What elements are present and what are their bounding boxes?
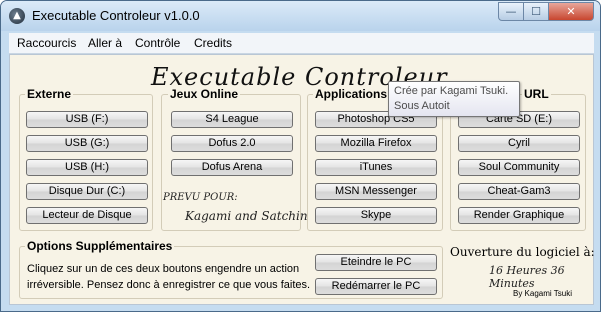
menu-raccourcis[interactable]: Raccourcis [17, 36, 76, 50]
group-url-title: URL [522, 87, 551, 101]
disque-dur-button[interactable]: Disque Dur (C:) [26, 183, 148, 200]
credits-tooltip: Crée par Kagami Tsuki. Sous Autoit [388, 81, 520, 117]
usb-f-button[interactable]: USB (F:) [26, 111, 148, 128]
options-title: Options Supplémentaires [25, 239, 175, 253]
group-jeux-online-title: Jeux Online [168, 87, 241, 101]
soul-community-button[interactable]: Soul Community [458, 159, 580, 176]
menu-aller-a[interactable]: Aller à [88, 36, 122, 50]
title-bar[interactable]: ▲ Executable Controleur v1.0.0 — ☐ ✕ [1, 1, 600, 31]
s4-league-button[interactable]: S4 League [171, 111, 293, 128]
options-description-line1: Cliquez sur un de ces deux boutons engen… [27, 263, 300, 275]
firefox-button[interactable]: Mozilla Firefox [315, 135, 437, 152]
lecteur-disque-button[interactable]: Lecteur de Disque [26, 207, 148, 224]
dofus-arena-button[interactable]: Dofus Arena [171, 159, 293, 176]
cheat-gam3-button[interactable]: Cheat-Gam3 [458, 183, 580, 200]
dofus-2-button[interactable]: Dofus 2.0 [171, 135, 293, 152]
maximize-button[interactable]: ☐ [523, 2, 549, 21]
menu-bar: Raccourcis Aller à Contrôle Credits [9, 33, 594, 54]
usb-g-button[interactable]: USB (G:) [26, 135, 148, 152]
skype-button[interactable]: Skype [315, 207, 437, 224]
window-title: Executable Controleur v1.0.0 [32, 8, 200, 23]
usb-h-button[interactable]: USB (H:) [26, 159, 148, 176]
render-graphique-button[interactable]: Render Graphique [458, 207, 580, 224]
minimize-button[interactable]: — [498, 2, 524, 21]
restart-button[interactable]: Redémarrer le PC [315, 278, 437, 295]
prevu-names: Kagami and Satchin [185, 209, 308, 223]
author-credit: By Kagami Tsuki [513, 289, 572, 298]
prevu-label: PREVU POUR: [163, 192, 238, 203]
itunes-button[interactable]: iTunes [315, 159, 437, 176]
menu-credits[interactable]: Credits [194, 36, 232, 50]
group-externe-title: Externe [25, 87, 74, 101]
options-description-line2: irréversible. Pensez donc à enregistrer … [27, 279, 311, 291]
close-button[interactable]: ✕ [548, 2, 594, 21]
shutdown-button[interactable]: Eteindre le PC [315, 254, 437, 271]
app-window: ▲ Executable Controleur v1.0.0 — ☐ ✕ Rac… [0, 0, 601, 312]
msn-messenger-button[interactable]: MSN Messenger [315, 183, 437, 200]
menu-controle[interactable]: Contrôle [135, 36, 180, 50]
open-time-value: 16 Heures 36 Minutes [489, 264, 565, 290]
tooltip-line-2: Sous Autoit [394, 100, 450, 112]
tooltip-line-1: Crée par Kagami Tsuki. [394, 85, 509, 97]
open-time-label: Ouverture du logiciel à: [450, 245, 595, 259]
group-applications-title: Applications [313, 87, 390, 101]
cyril-button[interactable]: Cyril [458, 135, 580, 152]
app-icon: ▲ [9, 8, 25, 24]
